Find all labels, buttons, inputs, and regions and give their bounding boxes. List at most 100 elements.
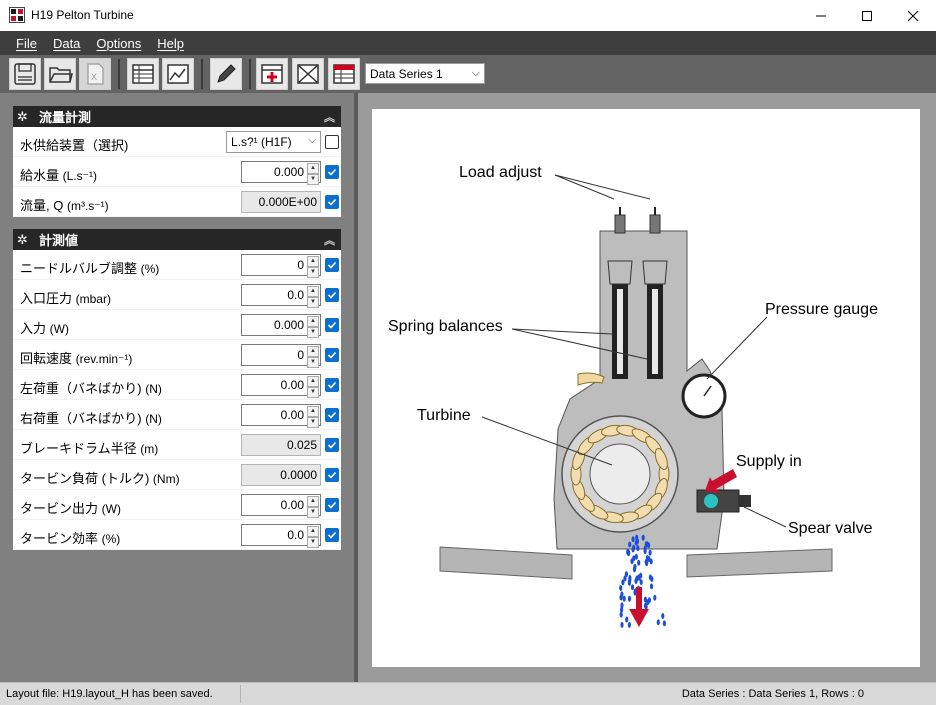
flow-section: ✲ 流量計測 ︽ 水供給装置（選択) L.s?¹ (H1F) ⌵ 給水量 (L.… — [13, 106, 341, 217]
graph-view-button[interactable] — [162, 58, 194, 90]
water-drop — [620, 591, 624, 598]
save-icon — [14, 63, 36, 85]
collapse-icon[interactable]: ︽ — [324, 232, 335, 248]
feed-rate-checkbox[interactable] — [325, 165, 339, 179]
spinner[interactable]: ▲ ▼ — [307, 406, 319, 428]
measure-row-label: 入力 (W) — [20, 321, 69, 336]
flow-section-header[interactable]: ✲ 流量計測 ︽ — [13, 106, 341, 127]
ground-slab-left — [439, 546, 573, 580]
supply-unit-select[interactable]: L.s?¹ (H1F) ⌵ — [226, 131, 321, 153]
water-drop — [634, 578, 638, 584]
water-drop — [632, 555, 636, 562]
measure-row-label: ニードルバルブ調整 (%) — [20, 261, 160, 276]
measure-value-input[interactable]: 0.0 ▲ ▼ — [241, 524, 321, 548]
measure-value-input[interactable]: 0.00 ▲ ▼ — [241, 374, 321, 398]
toolbar-separator — [249, 59, 251, 89]
measure-checkbox[interactable] — [325, 348, 339, 362]
status-message: Layout file: H19.layout_H has been saved… — [6, 688, 213, 700]
measure-checkbox[interactable] — [325, 408, 339, 422]
label-spear-valve: Spear valve — [788, 520, 873, 537]
excel-icon: X — [87, 63, 104, 85]
spinner[interactable]: ▲ ▼ — [307, 526, 319, 548]
measure-checkbox[interactable] — [325, 378, 339, 392]
spinner[interactable]: ▲ ▼ — [307, 346, 319, 368]
pelton-turbine-diagram: Load adjust Spring balances Pressure gau… — [388, 164, 878, 628]
minimize-button[interactable] — [798, 0, 844, 31]
menu-help[interactable]: Help — [149, 36, 192, 51]
flow-rate-checkbox[interactable] — [325, 195, 339, 209]
collapse-icon[interactable]: ︽ — [324, 109, 335, 125]
data-series-select[interactable]: Data Series 1 ⌵ — [365, 63, 485, 84]
app-logo-icon — [9, 7, 25, 23]
menu-file[interactable]: File — [8, 36, 45, 51]
measure-value-input[interactable]: 0.0 ▲ ▼ — [241, 284, 321, 308]
delete-row-button[interactable] — [292, 58, 324, 90]
measure-row: ニードルバルブ調整 (%) 0 ▲ ▼ — [13, 250, 341, 280]
measure-section: ✲ 計測値 ︽ ニードルバルブ調整 (%) 0 ▲ ▼ 入口圧力 (mbar) 0.0 ▲ ▼… — [13, 229, 341, 550]
water-drop — [619, 585, 623, 591]
turbine-hub — [589, 443, 651, 505]
table-view-button[interactable] — [127, 58, 159, 90]
measure-value-input[interactable]: 0 ▲ ▼ — [241, 254, 321, 278]
window-title: H19 Pelton Turbine — [31, 8, 134, 22]
open-button[interactable] — [44, 58, 76, 90]
measure-value-input[interactable]: 0.000 ▲ ▼ — [241, 314, 321, 338]
menu-bar: File Data Options Help — [0, 31, 936, 55]
water-drop — [625, 616, 629, 623]
water-drop — [643, 545, 647, 552]
measure-row-label: ブレーキドラム半径 (m) — [20, 441, 159, 456]
leader-line — [706, 316, 768, 380]
water-drop — [650, 576, 654, 582]
measure-section-title: 計測値 — [39, 233, 79, 248]
supply-checkbox[interactable] — [325, 135, 339, 149]
edit-button[interactable] — [210, 58, 242, 90]
flow-row-label: 水供給装置（選択) — [20, 138, 129, 153]
feed-rate-input[interactable]: 0.000 ▲ ▼ — [241, 161, 321, 185]
water-drop — [627, 595, 632, 602]
water-drop — [624, 571, 628, 578]
leader-line — [554, 174, 615, 200]
close-button[interactable] — [890, 0, 936, 31]
new-series-button[interactable] — [328, 58, 360, 90]
label-load-adjust: Load adjust — [459, 164, 542, 181]
line-chart-icon — [167, 64, 189, 84]
right-panel: Load adjust Spring balances Pressure gau… — [358, 93, 936, 682]
spinner[interactable]: ▲ ▼ — [307, 376, 319, 398]
scale-right — [652, 289, 658, 374]
measure-checkbox[interactable] — [325, 438, 339, 452]
measure-row: タービン出力 (W) 0.00 ▲ ▼ — [13, 490, 341, 520]
save-button[interactable] — [9, 58, 41, 90]
measure-checkbox[interactable] — [325, 288, 339, 302]
spear-valve-knob — [739, 495, 751, 507]
export-excel-button[interactable]: X — [79, 58, 111, 90]
spinner[interactable]: ▲ ▼ — [307, 286, 319, 308]
water-drop — [630, 584, 635, 591]
series-table-icon — [333, 64, 355, 84]
measure-section-header[interactable]: ✲ 計測値 ︽ — [13, 229, 341, 250]
spinner[interactable]: ▲ ▼ — [307, 256, 319, 278]
load-adjust-left — [614, 214, 626, 234]
spinner[interactable]: ▲ ▼ — [307, 496, 319, 518]
measure-value-input[interactable]: 0.00 ▲ ▼ — [241, 494, 321, 518]
water-drop — [636, 545, 640, 552]
data-series-select-value: Data Series 1 — [370, 67, 443, 81]
measure-checkbox[interactable] — [325, 498, 339, 512]
measure-checkbox[interactable] — [325, 318, 339, 332]
spinner[interactable]: ▲ ▼ — [307, 163, 319, 185]
flow-rate-value: 0.000E+00 — [241, 191, 321, 213]
chevron-down-icon: ⌵ — [471, 67, 480, 79]
menu-options[interactable]: Options — [88, 36, 149, 51]
spinner[interactable]: ▲ ▼ — [307, 316, 319, 338]
add-row-button[interactable] — [256, 58, 288, 90]
water-drop — [637, 559, 641, 566]
measure-value-input[interactable]: 0.00 ▲ ▼ — [241, 404, 321, 428]
measure-checkbox[interactable] — [325, 468, 339, 482]
menu-data[interactable]: Data — [45, 36, 88, 51]
measure-value-input[interactable]: 0 ▲ ▼ — [241, 344, 321, 368]
measure-checkbox[interactable] — [325, 258, 339, 272]
measure-value-display: 0.0000 — [241, 464, 321, 486]
maximize-button[interactable] — [844, 0, 890, 31]
measure-checkbox[interactable] — [325, 528, 339, 542]
brake-handle — [577, 372, 605, 386]
status-series-info: Data Series : Data Series 1, Rows : 0 — [681, 688, 864, 700]
